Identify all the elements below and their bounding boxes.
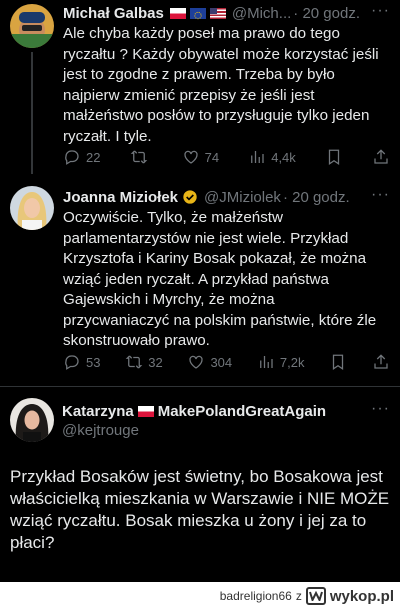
footer-connector: z <box>295 589 302 603</box>
like-count: 304 <box>210 354 233 370</box>
repost-count: 32 <box>148 354 163 370</box>
bookmark-icon <box>333 354 344 370</box>
share-icon <box>374 354 388 369</box>
repost-button[interactable] <box>130 148 153 166</box>
repost-icon <box>125 355 143 369</box>
timestamp[interactable]: · 20 godz. <box>293 5 360 22</box>
like-count: 74 <box>204 149 220 165</box>
views-icon <box>251 151 264 163</box>
handle[interactable]: @kejtrouge <box>62 422 139 439</box>
views-count: 7,2k <box>279 354 305 370</box>
poland-flag-icon <box>169 7 186 19</box>
like-button[interactable]: 304 <box>187 353 232 371</box>
source-footer: badreligion66 z wykop.pl <box>0 582 400 610</box>
repost-button[interactable]: 32 <box>125 353 163 371</box>
action-bar: 53 32 304 7,2k <box>63 352 390 372</box>
reply-count: 22 <box>86 149 101 165</box>
reply-count: 53 <box>86 354 101 370</box>
tweet-1[interactable]: Michał Galbas @Mich... · 20 godz. ··· Al… <box>0 0 400 174</box>
views-count: 4,4k <box>271 149 296 165</box>
more-icon[interactable]: ··· <box>371 186 390 204</box>
more-icon[interactable]: ··· <box>371 400 390 418</box>
avatar[interactable] <box>10 186 54 230</box>
display-name[interactable]: Michał Galbas <box>63 5 164 22</box>
handle[interactable]: @Mich... <box>232 5 291 22</box>
display-name[interactable]: Joanna Miziołek <box>63 189 178 206</box>
avatar[interactable] <box>10 398 54 442</box>
share-button[interactable] <box>372 148 390 166</box>
site-brand[interactable]: wykop.pl <box>330 588 394 605</box>
display-name-suffix: MakePolandGreatAgain <box>157 402 327 420</box>
tweet-header: Joanna Miziołek @JMiziolek · 20 godz. ··… <box>63 186 390 208</box>
share-icon <box>374 149 388 164</box>
like-icon <box>184 150 198 164</box>
us-flag-icon <box>209 7 226 19</box>
views-button[interactable]: 7,2k <box>257 353 305 371</box>
views-icon <box>260 356 273 368</box>
eu-flag-icon <box>189 7 206 19</box>
reply-icon <box>65 150 79 165</box>
main-tweet[interactable]: Katarzyna MakePolandGreatAgain ··· @kejt… <box>0 392 400 580</box>
wykop-logo-icon <box>305 587 326 605</box>
bookmark-button[interactable] <box>329 353 347 371</box>
handle[interactable]: @JMiziolek <box>204 189 281 206</box>
reply-button[interactable]: 22 <box>63 148 100 166</box>
bookmark-icon <box>328 149 340 165</box>
share-button[interactable] <box>372 353 390 371</box>
bookmark-button[interactable] <box>325 148 343 166</box>
verified-icon <box>182 189 198 205</box>
timestamp[interactable]: · 20 godz. <box>283 189 350 206</box>
reply-icon <box>65 355 79 370</box>
display-name[interactable]: Katarzyna <box>62 403 134 420</box>
reply-button[interactable]: 53 <box>63 353 100 371</box>
avatar[interactable] <box>10 4 54 48</box>
views-button[interactable]: 4,4k <box>248 148 296 166</box>
thread-line <box>31 52 33 174</box>
tweet-header: Michał Galbas @Mich... · 20 godz. ··· <box>63 2 390 24</box>
more-icon[interactable]: ··· <box>371 2 390 20</box>
like-button[interactable]: 74 <box>182 148 219 166</box>
tweet-text: Przykład Bosaków jest świetny, bo Bosako… <box>10 467 390 552</box>
name-flags <box>169 7 226 19</box>
repost-icon <box>130 150 147 164</box>
poland-flag-icon <box>137 405 154 417</box>
like-icon <box>189 355 204 369</box>
action-bar: 22 74 4,4k <box>63 147 390 167</box>
tweet-text: Oczywiście. Tylko, że małżeństw parlamen… <box>63 209 377 349</box>
tweet-header: Katarzyna MakePolandGreatAgain ··· <box>62 400 390 422</box>
uploader-name[interactable]: badreligion66 <box>220 589 292 603</box>
tweet-2[interactable]: Joanna Miziołek @JMiziolek · 20 godz. ··… <box>0 180 400 376</box>
divider <box>0 386 400 387</box>
tweet-text: Ale chyba każdy poseł ma prawo do tego r… <box>63 25 379 145</box>
